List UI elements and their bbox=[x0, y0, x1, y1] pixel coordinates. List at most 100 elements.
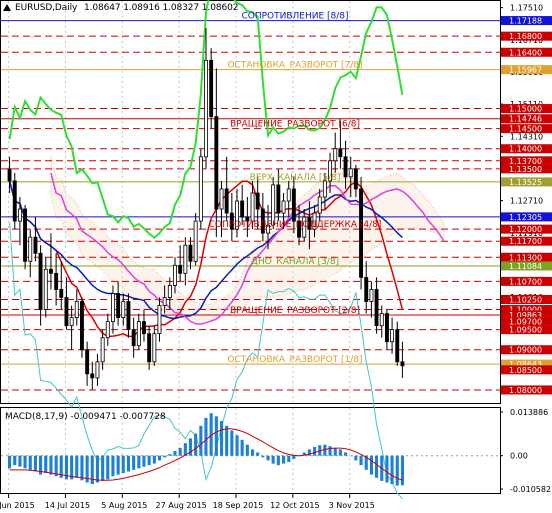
price-tag-label: 1.10250 bbox=[509, 295, 542, 304]
price-tag-label: 1.14746 bbox=[509, 115, 542, 124]
candle-body bbox=[23, 208, 27, 262]
candle-body bbox=[281, 200, 286, 214]
candle-body bbox=[198, 156, 203, 222]
candle-body bbox=[338, 148, 343, 158]
candle-body bbox=[111, 293, 115, 323]
candle-body bbox=[121, 301, 126, 319]
macd-bar bbox=[333, 447, 337, 456]
candle-body bbox=[353, 168, 358, 190]
macd-bar bbox=[271, 455, 275, 464]
candle-body bbox=[152, 333, 157, 363]
candle-body bbox=[291, 188, 296, 222]
macd-bar bbox=[199, 425, 203, 456]
macd-bar bbox=[400, 455, 404, 486]
price-tag-label: 1.13500 bbox=[509, 165, 542, 174]
murrey-level-label: ВРАЩЕНИЕ_РАЗВОРОТ [2/8] bbox=[230, 306, 360, 316]
macd-bar bbox=[18, 455, 22, 467]
candle-body bbox=[364, 276, 369, 302]
macd-bar bbox=[28, 455, 32, 470]
macd-bar bbox=[152, 455, 156, 464]
candle-body bbox=[43, 268, 48, 310]
time-tick-label: 3 Nov 2015 bbox=[329, 501, 375, 510]
candle-body bbox=[147, 333, 152, 363]
macd-bar bbox=[33, 455, 37, 472]
macd-bar bbox=[157, 455, 161, 461]
macd-bar bbox=[349, 455, 353, 457]
candle-body bbox=[141, 321, 146, 335]
price-tag-label: 1.11300 bbox=[509, 253, 542, 262]
macd-tick-label: 0.013886 bbox=[510, 408, 548, 417]
candle-body bbox=[136, 321, 141, 347]
murrey-level-label: СОПРОТИВЛЕНИЕ [8/8] bbox=[241, 12, 348, 22]
time-tick-label: 5 Aug 2015 bbox=[101, 501, 147, 510]
candle-body bbox=[172, 264, 177, 286]
candle-body bbox=[167, 284, 172, 298]
price-tag-label: 1.16400 bbox=[509, 48, 542, 57]
candle-body bbox=[271, 184, 276, 226]
macd-bar bbox=[375, 455, 379, 478]
macd-bar bbox=[80, 455, 84, 481]
macd-bar bbox=[121, 455, 125, 473]
ohlc-values: 1.08647 1.08916 1.08327 1.08602 bbox=[83, 3, 239, 13]
candle-body bbox=[59, 288, 64, 298]
macd-bar bbox=[142, 455, 146, 467]
murrey-level-label: ОСТАНОВКА_РАЗВОРОТ [7/8] bbox=[227, 61, 362, 71]
macd-bar bbox=[313, 446, 317, 456]
macd-bar bbox=[204, 417, 208, 456]
macd-bar bbox=[49, 455, 53, 475]
macd-bar bbox=[111, 455, 115, 477]
macd-bar bbox=[126, 455, 130, 472]
macd-bar bbox=[251, 449, 255, 456]
macd-bar bbox=[225, 425, 229, 456]
symbol-arrow-icon[interactable] bbox=[3, 4, 11, 11]
candle-body bbox=[126, 301, 131, 331]
candle-body bbox=[214, 116, 219, 210]
time-tick-label: 14 Jul 2015 bbox=[45, 501, 90, 510]
macd-bar bbox=[354, 455, 358, 461]
macd-bar bbox=[240, 439, 244, 456]
price-tag-label: 1.11084 bbox=[509, 262, 542, 271]
price-tag-label: 1.12000 bbox=[509, 225, 542, 234]
candle-body bbox=[12, 180, 17, 222]
time-tick-label: 27 Aug 2015 bbox=[156, 501, 207, 510]
candle-body bbox=[219, 188, 224, 210]
candle-body bbox=[157, 305, 162, 335]
macd-bar bbox=[168, 454, 172, 456]
macd-bar bbox=[282, 455, 286, 464]
macd-bar bbox=[13, 455, 17, 466]
candle-body bbox=[193, 220, 198, 262]
chart-canvas[interactable]: СОПРОТИВЛЕНИЕ [8/8] ОСТАНОВКА_РАЗВОРОТ [7… bbox=[0, 0, 552, 513]
candle-body bbox=[384, 313, 389, 343]
price-tag-label: 1.16800 bbox=[509, 32, 542, 41]
candle-body bbox=[49, 268, 53, 274]
macd-bar bbox=[230, 430, 234, 456]
candle-body bbox=[85, 349, 90, 375]
macd-bar bbox=[369, 455, 373, 475]
macd-bar bbox=[132, 455, 136, 470]
murrey-level-label: ВЕРХ_КАНАЛА [5/8] bbox=[250, 173, 341, 183]
murrey-level-label: ОСТАНОВКА_РАЗВОРОТ [1/8] bbox=[227, 355, 362, 365]
time-tick-label: 18 Sep 2015 bbox=[213, 501, 264, 510]
candle-body bbox=[183, 244, 188, 274]
price-tag-label: 1.09000 bbox=[509, 346, 542, 355]
macd-bar bbox=[23, 455, 27, 469]
candle-body bbox=[322, 180, 327, 198]
candle-body bbox=[7, 168, 12, 182]
macd-bar bbox=[137, 455, 141, 469]
macd-bar bbox=[266, 455, 270, 461]
candle-body bbox=[203, 59, 208, 158]
candle-body bbox=[374, 288, 379, 326]
macd-bar bbox=[344, 452, 348, 456]
macd-bar bbox=[147, 455, 151, 466]
price-tag-label: 1.15967 bbox=[509, 66, 542, 75]
candle-body bbox=[100, 337, 105, 363]
candle-body bbox=[333, 148, 338, 162]
candle-body bbox=[359, 188, 363, 278]
price-tick-label: 1.17510 bbox=[510, 4, 543, 13]
candle-body bbox=[276, 184, 281, 214]
macd-tick-label: 0.00 bbox=[510, 452, 528, 461]
candle-body bbox=[105, 321, 110, 339]
price-tag-label: 1.11700 bbox=[509, 237, 542, 246]
price-tag-label: 1.10700 bbox=[509, 277, 542, 286]
candle-body bbox=[90, 373, 95, 379]
